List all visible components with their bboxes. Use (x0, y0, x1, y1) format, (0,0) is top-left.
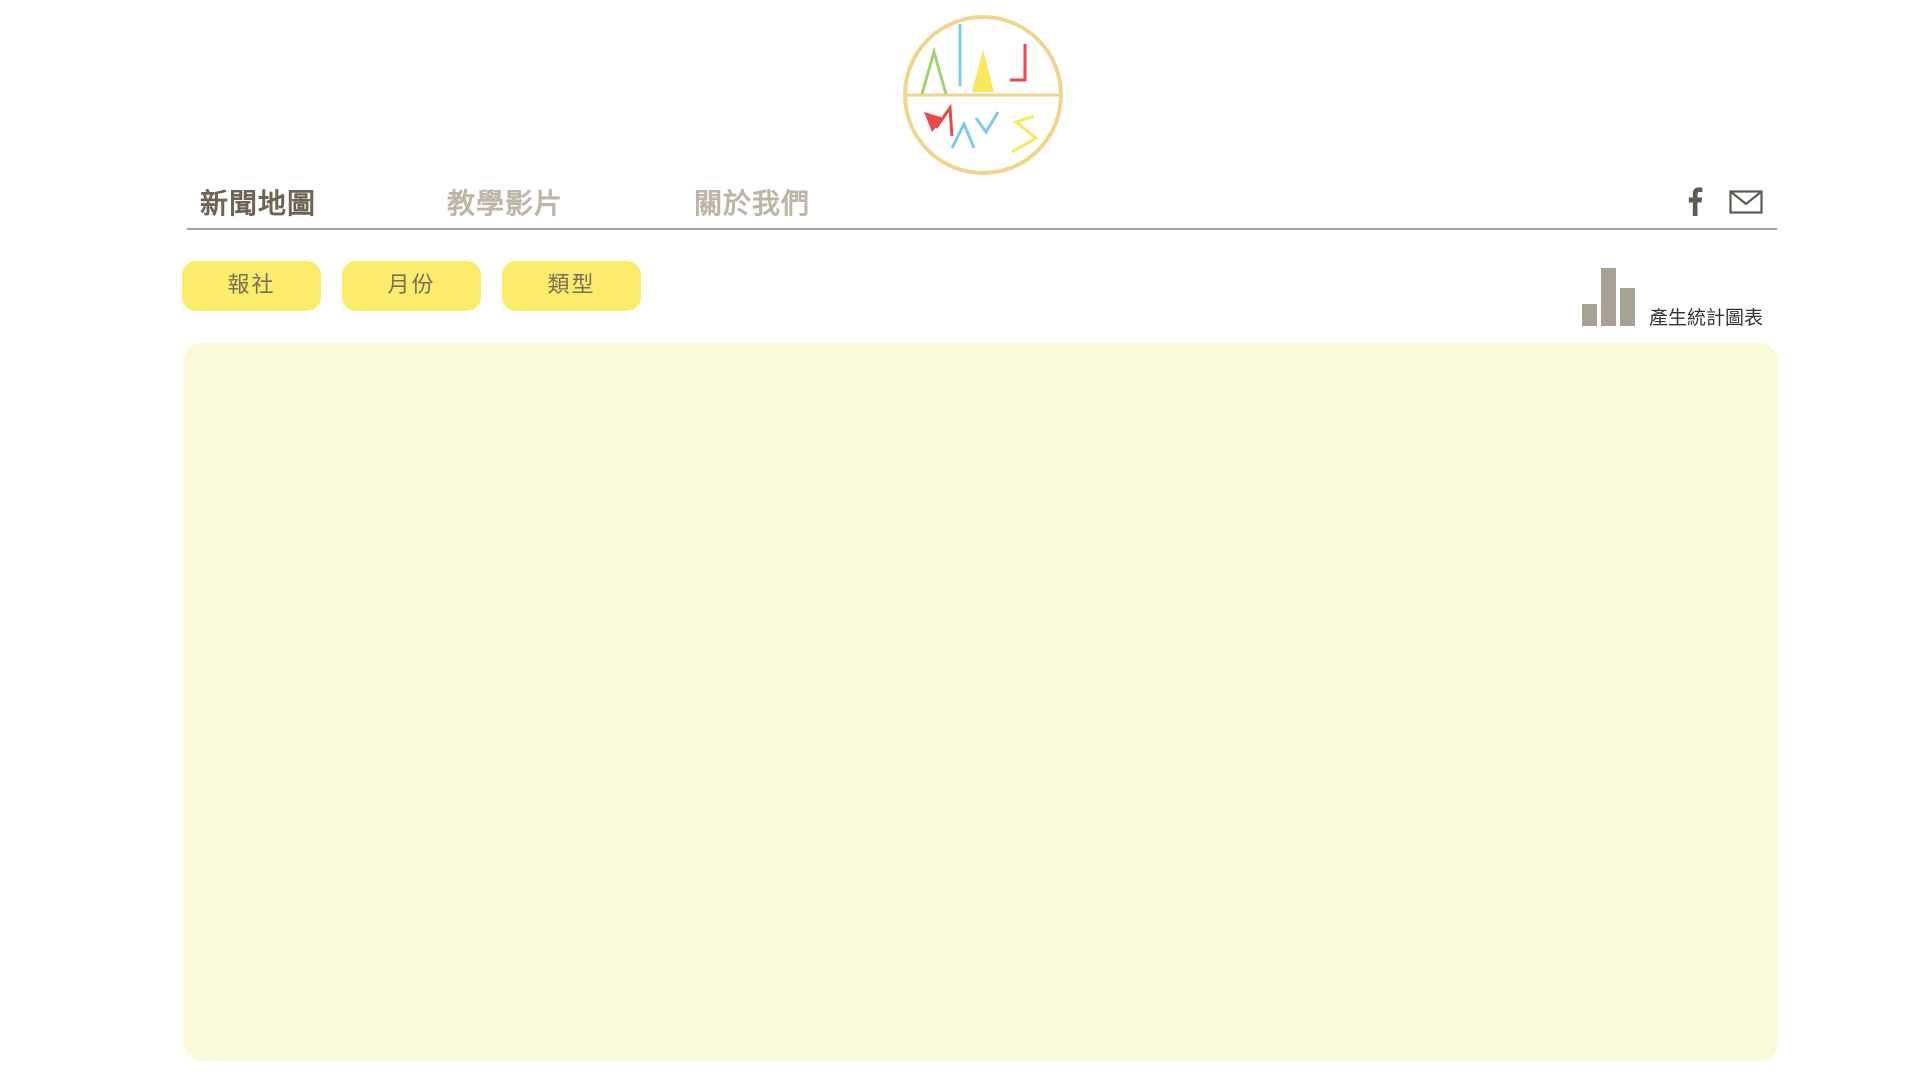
bar-chart-icon (1582, 268, 1635, 326)
page: 新聞地圖 教學影片 關於我們 報社 月份 類型 產生統計圖表 (0, 0, 1920, 1080)
filter-newspaper-button[interactable]: 報社 (182, 261, 321, 311)
mail-icon[interactable] (1729, 190, 1763, 218)
filter-type-button[interactable]: 類型 (502, 261, 641, 311)
logo-emblem (903, 15, 1063, 175)
nav-item-news-map[interactable]: 新聞地圖 (200, 182, 316, 222)
nav-item-tutorial-videos[interactable]: 教學影片 (447, 182, 563, 222)
nav-item-about-us[interactable]: 關於我們 (694, 182, 810, 222)
news-map-area[interactable] (184, 343, 1778, 1061)
facebook-icon[interactable] (1687, 186, 1703, 220)
generate-chart-label: 產生統計圖表 (1649, 307, 1764, 329)
filter-month-button[interactable]: 月份 (342, 261, 481, 311)
generate-chart-button[interactable]: 產生統計圖表 (1582, 268, 1782, 329)
logo[interactable] (902, 14, 1064, 176)
main-nav: 新聞地圖 教學影片 關於我們 (187, 178, 1777, 230)
